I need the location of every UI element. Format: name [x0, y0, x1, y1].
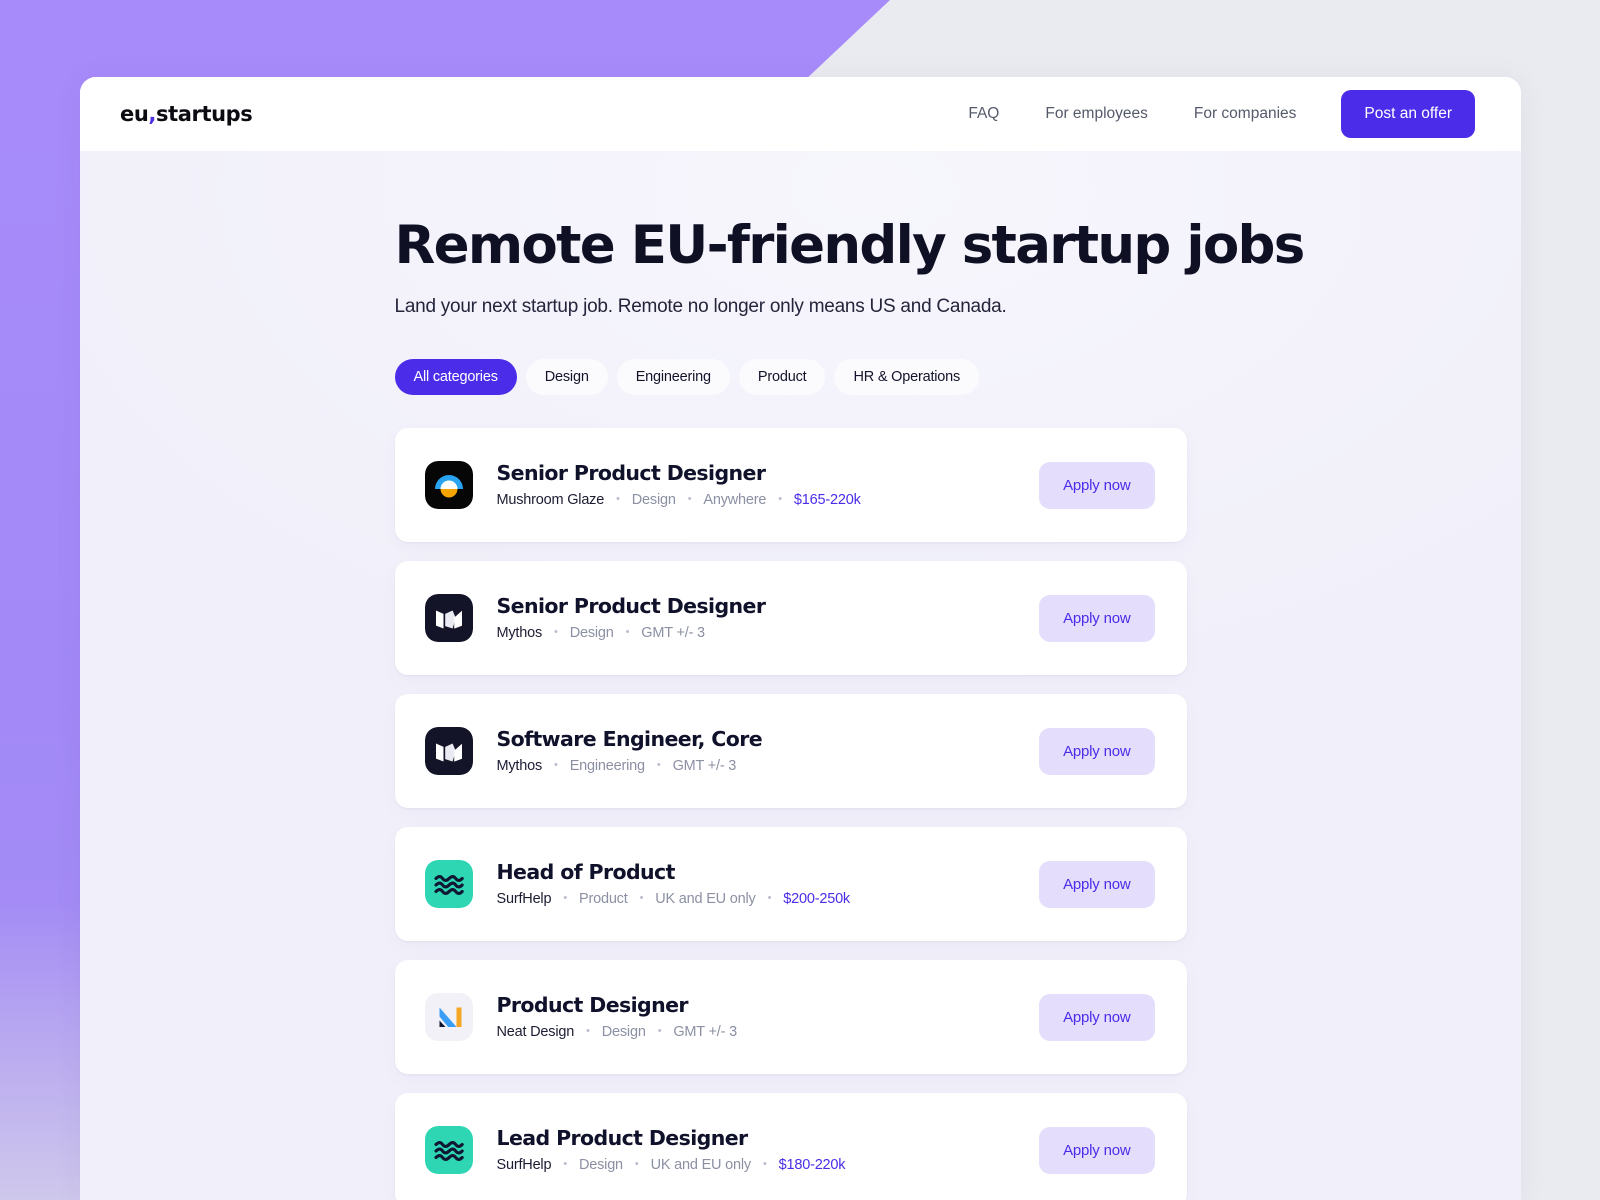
job-card[interactable]: Senior Product Designer Mythos • Design • GMT… [394, 561, 1187, 676]
page-content: Remote EU-friendly startup jobs Land you… [80, 151, 1521, 1200]
meta-separator-dot: • [563, 1157, 567, 1170]
meta-separator-dot: • [563, 891, 567, 904]
job-category: Design [578, 1157, 623, 1174]
apply-now-button[interactable]: Apply now [1039, 594, 1155, 642]
job-meta: Mythos • Design • GMT +/- 3 [497, 625, 1040, 641]
meta-separator-dot: • [634, 1157, 639, 1170]
job-card[interactable]: Product Designer Neat Design • Design • GMT +… [394, 960, 1187, 1075]
job-title: Lead Product Designer [496, 1125, 749, 1150]
job-company: SurfHelp [496, 891, 552, 908]
meta-separator-dot: • [554, 758, 558, 771]
logo-text-startups: startups [155, 101, 253, 126]
category-chip-engineering[interactable]: Engineering [616, 359, 730, 396]
job-category: Engineering [569, 758, 645, 775]
app-panel: eu,startups FAQ For employees For compan… [80, 77, 1521, 1200]
apply-now-button[interactable]: Apply now [1039, 993, 1155, 1041]
category-chip-hr-operations[interactable]: HR & Operations [834, 359, 980, 396]
apply-now-button[interactable]: Apply now [1039, 1126, 1155, 1174]
job-details: Senior Product Designer Mushroom Glaze • De… [496, 460, 1040, 508]
surfhelp-logo [424, 860, 473, 909]
apply-now-button[interactable]: Apply now [1039, 860, 1155, 908]
job-card[interactable]: Head of Product SurfHelp • Product • UK and E… [394, 827, 1187, 942]
page-subtitle: Land your next startup job. Remote no lo… [394, 296, 1007, 318]
job-location: UK and EU only [650, 1157, 752, 1174]
job-location: GMT +/- 3 [641, 625, 705, 642]
mushroom-glaze-logo [424, 461, 473, 510]
meta-separator-dot: • [687, 492, 692, 505]
job-company: Mushroom Glaze [496, 492, 605, 509]
job-category: Design [601, 1024, 646, 1041]
site-header: eu,startups FAQ For employees For compan… [80, 77, 1521, 151]
job-location: GMT +/- 3 [672, 758, 737, 775]
category-chip-design[interactable]: Design [525, 359, 608, 396]
job-listings: Senior Product Designer Mushroom Glaze • De… [394, 428, 1187, 1200]
job-meta: SurfHelp • Design • UK and EU only • $180-220k [497, 1157, 1040, 1173]
job-details: Senior Product Designer Mythos • Design • GMT… [496, 593, 1040, 641]
job-meta: Neat Design • Design • GMT +/- 3 [497, 1024, 1040, 1040]
content-inner: Remote EU-friendly startup jobs Land you… [394, 151, 1306, 1200]
job-meta: Mythos • Engineering • GMT +/- 3 [497, 758, 1040, 774]
job-card[interactable]: Software Engineer, Core Mythos • Engineerin… [394, 694, 1187, 809]
job-company: Neat Design [496, 1024, 575, 1041]
meta-separator-dot: • [656, 758, 661, 771]
job-location: UK and EU only [655, 891, 756, 908]
category-filter-bar: All categories Design Engineering Product HR… [394, 359, 1187, 396]
meta-separator-dot: • [657, 1024, 662, 1037]
job-salary: $165-220k [793, 492, 861, 509]
job-title: Senior Product Designer [496, 593, 766, 618]
nav-for-employees[interactable]: For employees [1022, 97, 1171, 131]
apply-now-button[interactable]: Apply now [1039, 727, 1155, 775]
logo-comma: , [148, 101, 156, 126]
job-details: Product Designer Neat Design • Design • GMT +… [496, 992, 1040, 1040]
meta-separator-dot: • [778, 492, 782, 505]
meta-separator-dot: • [762, 1157, 767, 1170]
meta-separator-dot: • [639, 891, 644, 904]
nav-faq[interactable]: FAQ [945, 97, 1022, 131]
nav-for-companies[interactable]: For companies [1171, 97, 1320, 131]
post-an-offer-button[interactable]: Post an offer [1341, 90, 1475, 138]
job-salary: $200-250k [783, 891, 850, 908]
job-details: Head of Product SurfHelp • Product • UK and E… [496, 859, 1040, 907]
job-title: Software Engineer, Core [496, 726, 763, 751]
job-category: Product [578, 891, 628, 908]
category-chip-all-categories[interactable]: All categories [394, 359, 517, 396]
meta-separator-dot: • [767, 891, 772, 904]
job-company: Mythos [496, 758, 543, 775]
meta-separator-dot: • [586, 1024, 590, 1037]
job-card[interactable]: Senior Product Designer Mushroom Glaze • De… [394, 428, 1187, 543]
meta-separator-dot: • [625, 625, 630, 638]
mythos-logo [424, 594, 473, 643]
job-company: SurfHelp [496, 1157, 552, 1174]
job-location: Anywhere [703, 492, 767, 509]
job-title: Head of Product [496, 859, 676, 884]
job-title: Senior Product Designer [496, 460, 766, 485]
meta-separator-dot: • [616, 492, 620, 505]
job-details: Software Engineer, Core Mythos • Engineerin… [496, 726, 1040, 774]
job-title: Product Designer [496, 992, 689, 1017]
job-company: Mythos [496, 625, 543, 642]
neat-design-logo [424, 993, 473, 1042]
page-title: Remote EU-friendly startup jobs [394, 215, 1306, 276]
site-logo[interactable]: eu,startups [120, 101, 253, 126]
job-category: Design [631, 492, 676, 509]
job-meta: Mushroom Glaze • Design • Anywhere • $165-220k [497, 492, 1040, 508]
job-details: Lead Product Designer SurfHelp • Design • UK … [496, 1125, 1040, 1173]
mythos-logo [424, 727, 473, 776]
meta-separator-dot: • [554, 625, 558, 638]
job-card[interactable]: Lead Product Designer SurfHelp • Design • UK … [394, 1093, 1187, 1200]
category-chip-product[interactable]: Product [738, 359, 826, 396]
main-nav: FAQ For employees For companies Post an … [945, 90, 1475, 138]
job-meta: SurfHelp • Product • UK and EU only • $200-250… [497, 891, 1040, 907]
purple-accent-fade [0, 900, 82, 1200]
apply-now-button[interactable]: Apply now [1039, 461, 1155, 509]
job-location: GMT +/- 3 [673, 1024, 737, 1041]
logo-text-eu: eu [120, 101, 149, 126]
job-category: Design [569, 625, 614, 642]
surfhelp-logo [424, 1126, 473, 1175]
job-salary: $180-220k [778, 1157, 846, 1174]
